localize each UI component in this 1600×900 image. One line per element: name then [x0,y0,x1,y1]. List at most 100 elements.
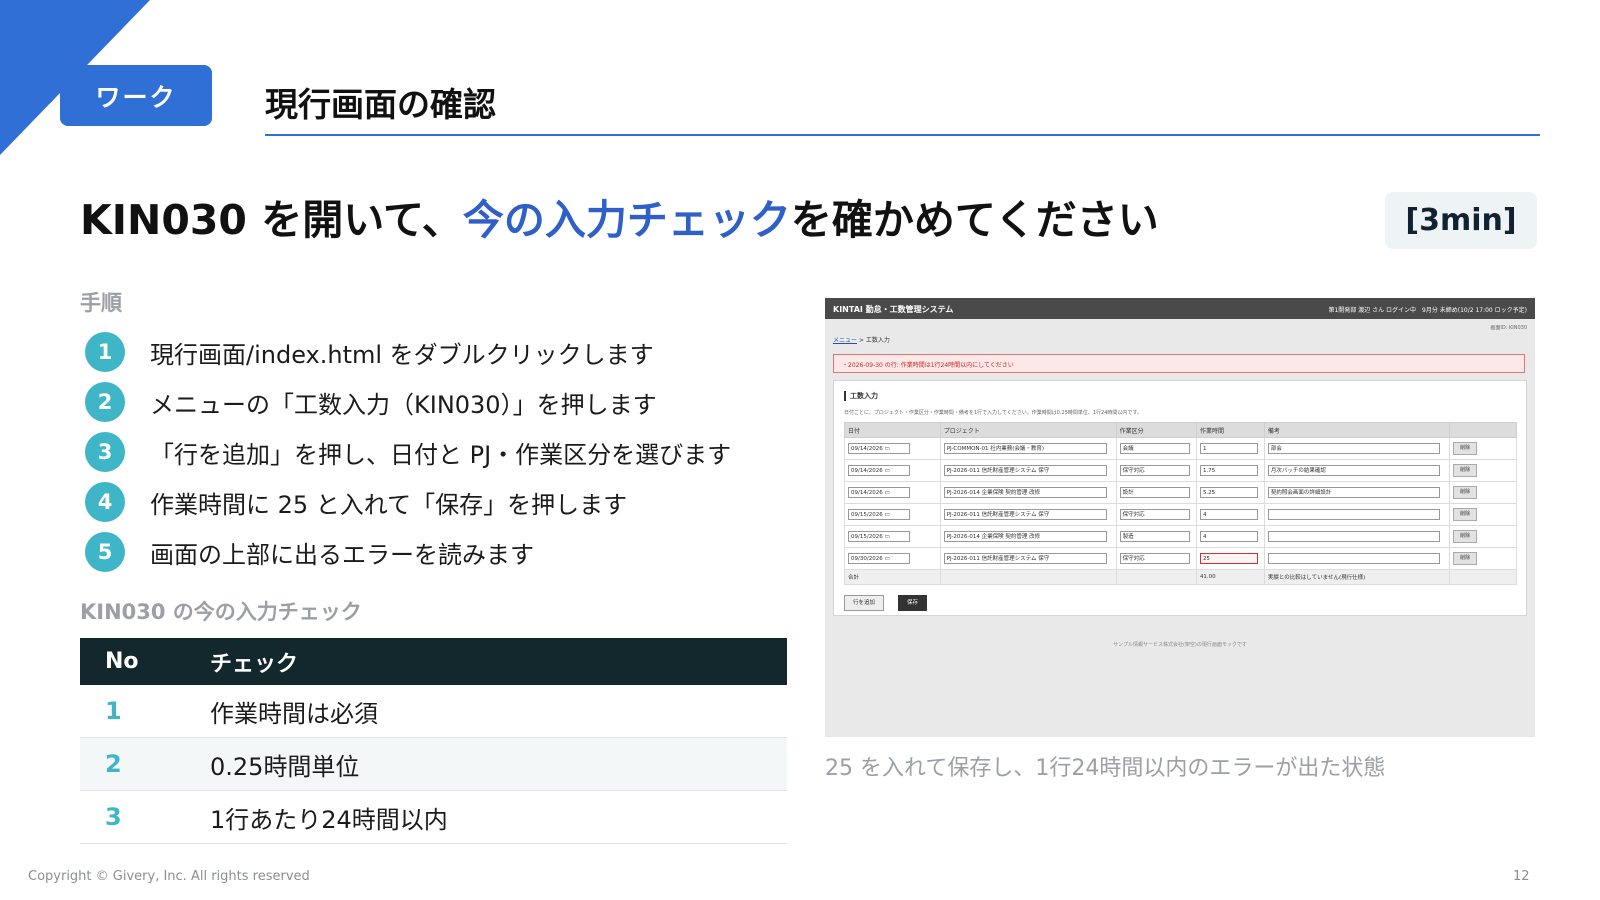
row-no: 1 [80,685,210,738]
column-header-no: No [80,638,210,685]
row-check: 作業時間は必須 [210,685,787,738]
note-input[interactable] [1267,531,1440,542]
delete-button[interactable]: 削除 [1453,442,1478,455]
delete-button[interactable]: 削除 [1453,508,1478,521]
date-input[interactable]: 09/15/2026 ▭ [848,531,910,542]
table-header-row: No チェック [80,638,787,685]
hours-input[interactable]: 4 [1199,509,1258,520]
screenshot-caption: 25 を入れて保存し、1行24時間以内のエラーが出た状態 [825,756,1386,781]
step-number: 2 [85,382,125,422]
header-note: 備考 [1263,422,1451,438]
date-input[interactable]: 09/14/2026 ▭ [848,443,910,454]
project-select[interactable]: PJ-2026-011 信託財産管理システム 保守 [943,509,1107,520]
header-project: プロジェクト [939,422,1117,438]
step-number: 3 [85,432,125,472]
effort-header-row: 日付 プロジェクト 作業区分 作業時間 備考 [844,422,1517,438]
step-text: メニューの「工数入力（KIN030）」を押します [150,390,657,419]
project-select[interactable]: PJ-COMMON-01 社内業務(会議・教育) [943,443,1107,454]
hours-input[interactable]: 1.75 [1199,465,1258,476]
effort-row: 09/30/2026 ▭ PJ-2026-011 信託財産管理システム 保守 保… [844,547,1517,570]
step-text: 「行を追加」を押し、日付と PJ・作業区分を選びます [150,440,732,469]
panel-hint: 日付ごとに、プロジェクト・作業区分・作業時間・備考を1行で入力してください。作業… [844,410,1142,416]
effort-row: 09/14/2026 ▭ PJ-2026-014 企業保険 契約管理 改修 設計… [844,481,1517,504]
category-select[interactable]: 保守対応 [1119,509,1190,520]
copyright: Copyright © Givery, Inc. All rights rese… [28,869,310,884]
timer-badge: [3min] [1385,192,1537,249]
note-input[interactable]: 月次バッチの結果確認 [1267,465,1440,476]
effort-row: 09/15/2026 ▭ PJ-2026-014 企業保険 契約管理 改修 製造… [844,525,1517,548]
step-text: 画面の上部に出るエラーを読みます [150,540,534,569]
step-number: 4 [85,482,125,522]
step-item: 1 現行画面/index.html をダブルクリックします [85,332,654,372]
delete-button[interactable]: 削除 [1453,530,1478,543]
hours-input[interactable]: 5.25 [1199,487,1258,498]
save-button[interactable]: 保存 [898,595,928,611]
note-input[interactable]: 部会 [1267,443,1440,454]
category-select[interactable]: 製造 [1119,531,1190,542]
date-input[interactable]: 09/14/2026 ▭ [848,487,910,498]
header-category: 作業区分 [1115,422,1197,438]
column-header-check: チェック [210,638,787,685]
header-date: 日付 [844,422,941,438]
step-number: 1 [85,332,125,372]
headline-pre: KIN030 を開いて、 [80,196,463,244]
screen-id: 画面ID: KIN030 [1490,325,1527,331]
date-input[interactable]: 09/30/2026 ▭ [848,553,910,564]
effort-row: 09/15/2026 ▭ PJ-2026-011 信託財産管理システム 保守 保… [844,503,1517,526]
checks-label: KIN030 の今の入力チェック [80,600,362,624]
headline-post: を確かめてください [790,196,1159,244]
checks-table: No チェック 1 作業時間は必須 2 0.25時間単位 3 1行あたり24時間… [80,638,787,844]
steps-label: 手順 [80,291,122,315]
input-panel: 工数入力 日付ごとに、プロジェクト・作業区分・作業時間・備考を1行で入力してくだ… [833,380,1527,616]
row-check: 1行あたり24時間以内 [210,790,787,844]
step-item: 4 作業時間に 25 と入れて「保存」を押します [85,482,627,522]
work-badge: ワーク [60,65,212,126]
headline: KIN030 を開いて、今の入力チェックを確かめてください [80,186,1159,246]
screenshot-image: KINTAI 勤怠・工数管理システム 第1開発部 渡辺 さん ログイン中 9月分… [825,298,1535,737]
header-action [1449,422,1517,438]
breadcrumb-separator: > [857,337,866,344]
step-text: 作業時間に 25 と入れて「保存」を押します [150,490,628,519]
note-input[interactable] [1267,509,1440,520]
user-info: 第1開発部 渡辺 さん ログイン中 9月分 未締め(10/2 17:00 ロック… [1328,307,1527,314]
hours-input[interactable]: 4 [1199,531,1258,542]
screenshot-footer: サンプル情報サービス株式会社(架空)の現行画面モックです [1113,642,1247,648]
breadcrumb-current: 工数入力 [865,337,890,344]
delete-button[interactable]: 削除 [1453,486,1478,499]
step-item: 3 「行を追加」を押し、日付と PJ・作業区分を選びます [85,432,731,472]
table-row: 2 0.25時間単位 [80,737,787,791]
hours-input[interactable]: 1 [1199,443,1258,454]
effort-table: 日付 プロジェクト 作業区分 作業時間 備考 09/14/2026 ▭ PJ-C… [844,422,1517,585]
delete-button[interactable]: 削除 [1453,552,1478,565]
total-hours: 41.00 [1195,569,1265,585]
step-item: 2 メニューの「工数入力（KIN030）」を押します [85,382,657,422]
project-select[interactable]: PJ-2026-011 信託財産管理システム 保守 [943,553,1107,564]
table-row: 1 作業時間は必須 [80,685,787,738]
date-input[interactable]: 09/14/2026 ▭ [848,465,910,476]
row-no: 3 [80,790,210,844]
delete-button[interactable]: 削除 [1453,464,1478,477]
effort-row: 09/14/2026 ▭ PJ-COMMON-01 社内業務(会議・教育) 会議… [844,437,1517,460]
date-input[interactable]: 09/15/2026 ▭ [848,509,910,520]
app-header-bar: KINTAI 勤怠・工数管理システム 第1開発部 渡辺 さん ログイン中 9月分… [825,298,1535,319]
total-label: 合計 [844,569,941,585]
note-input[interactable] [1267,553,1440,564]
category-select[interactable]: 設計 [1119,487,1190,498]
add-row-button[interactable]: 行を追加 [844,595,885,611]
row-check: 0.25時間単位 [210,737,787,791]
breadcrumb-menu-link[interactable]: メニュー [833,337,857,344]
note-input[interactable]: 契約照会画面の詳細設計 [1267,487,1440,498]
total-row: 合計 41.00 実績との比較はしていません(現行仕様) [844,569,1517,585]
page-number: 12 [1513,869,1530,884]
project-select[interactable]: PJ-2026-014 企業保険 契約管理 改修 [943,531,1107,542]
category-select[interactable]: 保守対応 [1119,465,1190,476]
breadcrumb: メニュー > 工数入力 [833,335,890,344]
effort-row: 09/14/2026 ▭ PJ-2026-011 信託財産管理システム 保守 保… [844,459,1517,482]
project-select[interactable]: PJ-2026-014 企業保険 契約管理 改修 [943,487,1107,498]
category-select[interactable]: 保守対応 [1119,553,1190,564]
hours-input-error[interactable]: 25 [1199,553,1258,564]
title-underline [265,134,1540,136]
category-select[interactable]: 会議 [1119,443,1190,454]
header-hours: 作業時間 [1195,422,1265,438]
project-select[interactable]: PJ-2026-011 信託財産管理システム 保守 [943,465,1107,476]
